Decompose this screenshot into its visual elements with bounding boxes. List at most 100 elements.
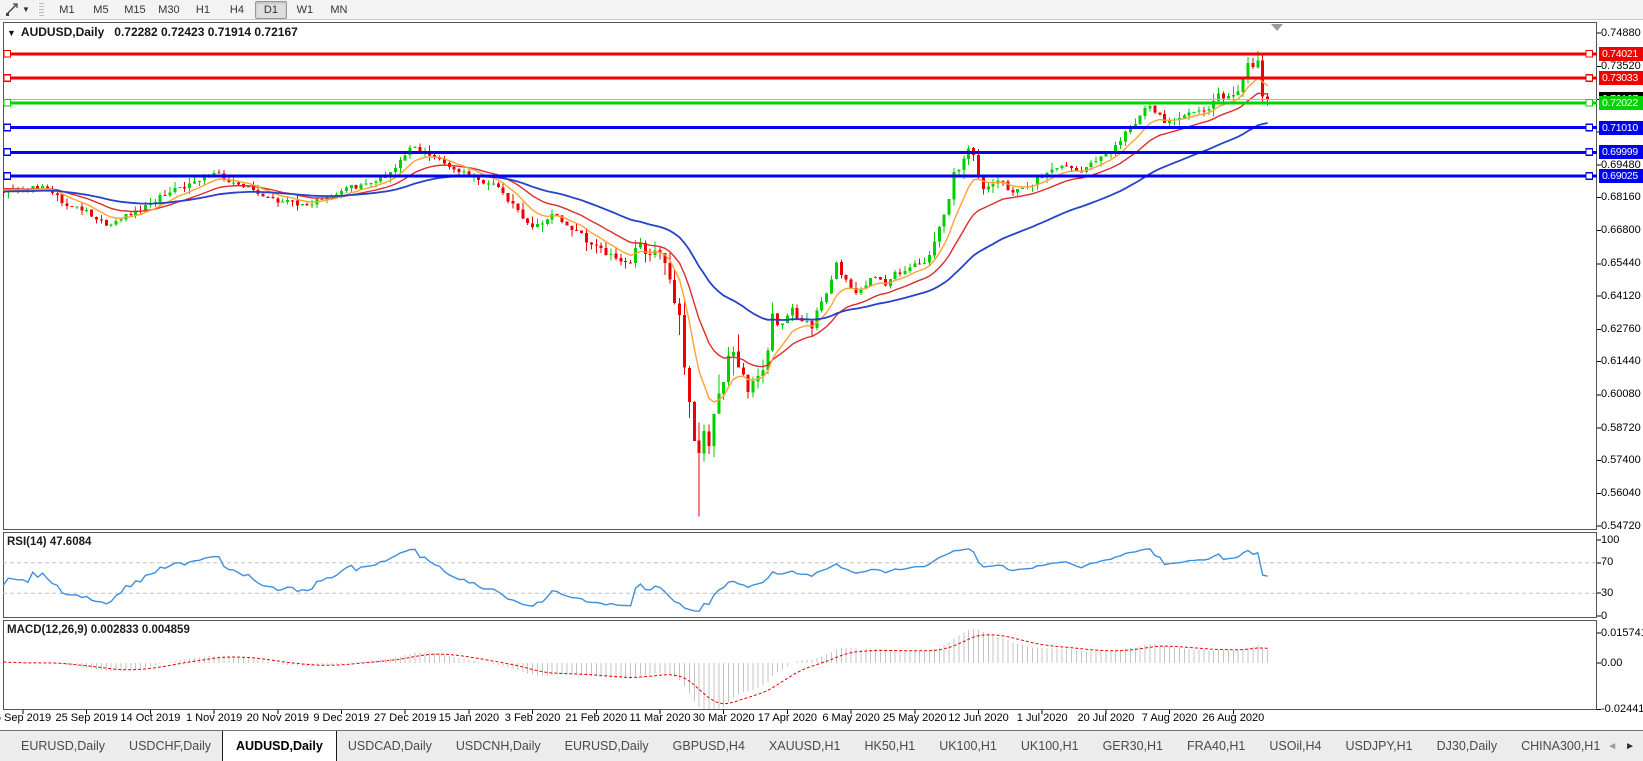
date-axis-label: 12 Jun 2020 bbox=[948, 712, 1009, 724]
tab-ger30-h1[interactable]: GER30,H1 bbox=[1092, 731, 1174, 761]
level-price-badge: 0.72022 bbox=[1599, 95, 1643, 110]
level-line-0.74021[interactable] bbox=[3, 49, 1597, 58]
tab-eurusd-daily[interactable]: EURUSD,Daily bbox=[10, 731, 116, 761]
date-axis-label: 30 Mar 2020 bbox=[692, 712, 755, 724]
level-price-badge: 0.69999 bbox=[1599, 145, 1643, 160]
date-axis-label: 6 Sep 2019 bbox=[0, 712, 52, 724]
tab-scroll-controls: ◄ ► bbox=[1607, 741, 1635, 752]
chart-symbol-period: AUDUSD,Daily bbox=[20, 25, 105, 39]
chart-title: ▼ AUDUSD,Daily 0.72282 0.72423 0.71914 0.7… bbox=[7, 25, 298, 39]
tab-usdjpy-h1[interactable]: USDJPY,H1 bbox=[1334, 731, 1423, 761]
date-axis-label: 9 Dec 2019 bbox=[313, 712, 370, 724]
candles-layer bbox=[3, 51, 1270, 517]
timeframe-button-m15[interactable]: M15 bbox=[119, 1, 151, 19]
line-tool-icon[interactable] bbox=[3, 2, 21, 18]
date-axis-label: 11 Mar 2020 bbox=[629, 712, 691, 724]
price-axis-label: 0.65440 bbox=[1601, 257, 1641, 270]
date-axis-label: 26 Aug 2020 bbox=[1202, 712, 1265, 724]
timeframe-button-h4[interactable]: H4 bbox=[221, 1, 253, 19]
level-price-badge: 0.74021 bbox=[1599, 47, 1643, 61]
timeframe-button-m1[interactable]: M1 bbox=[51, 1, 83, 19]
timeframe-button-w1[interactable]: W1 bbox=[289, 1, 321, 19]
rsi-indicator-label: RSI(14) 47.6084 bbox=[7, 536, 92, 548]
timeframe-button-m5[interactable]: M5 bbox=[85, 1, 117, 19]
level-line-0.71010[interactable] bbox=[3, 123, 1597, 132]
ma-mid-line bbox=[3, 92, 1268, 368]
price-axis-label: 0.62760 bbox=[1601, 322, 1641, 335]
tab-eurusd-daily[interactable]: EURUSD,Daily bbox=[554, 731, 660, 761]
price-axis-label: 0.61440 bbox=[1601, 355, 1641, 368]
rsi-axis-label: 30 bbox=[1601, 586, 1614, 599]
macd-histogram bbox=[3, 628, 1269, 709]
tab-usdcnh-daily[interactable]: USDCNH,Daily bbox=[445, 731, 552, 761]
tab-uk100-h1[interactable]: UK100,H1 bbox=[928, 731, 1008, 761]
tab-dj30-daily[interactable]: DJ30,Daily bbox=[1426, 731, 1508, 761]
level-price-badge: 0.71010 bbox=[1599, 120, 1643, 135]
tab-usdcad-daily[interactable]: USDCAD,Daily bbox=[337, 731, 443, 761]
macd-indicator-label: MACD(12,26,9) 0.002833 0.004859 bbox=[7, 624, 190, 636]
chart-shift-marker-icon[interactable] bbox=[1271, 24, 1283, 31]
chart-collapse-caret-icon[interactable]: ▼ bbox=[7, 28, 16, 38]
price-axis-label: 0.73520 bbox=[1601, 59, 1641, 72]
timeframe-button-d1[interactable]: D1 bbox=[254, 1, 287, 19]
chart-tab-bar: EURUSD,Daily USDCHF,Daily AUDUSD,Daily USDC… bbox=[0, 730, 1643, 761]
level-price-badge: 0.69025 bbox=[1599, 169, 1643, 184]
level-lines bbox=[3, 49, 1597, 180]
price-axis-label: 0.68160 bbox=[1601, 190, 1641, 203]
date-axis-label: 25 May 2020 bbox=[882, 712, 947, 724]
tab-audusd-daily[interactable]: AUDUSD,Daily bbox=[222, 731, 337, 761]
level-line-0.69999[interactable] bbox=[3, 148, 1597, 157]
toolbar-drag-handle[interactable] bbox=[37, 2, 44, 17]
tab-scroll-right-icon[interactable]: ► bbox=[1625, 741, 1635, 752]
level-price-badge: 0.73033 bbox=[1599, 71, 1643, 86]
rsi-line bbox=[3, 548, 1268, 612]
macd-axis-label: 0.00 bbox=[1601, 656, 1623, 669]
tab-usdchf-daily[interactable]: USDCHF,Daily bbox=[118, 731, 222, 761]
tab-usoil-h4[interactable]: USOil,H4 bbox=[1258, 731, 1332, 761]
tab-china300-h1[interactable]: CHINA300,H1 bbox=[1510, 731, 1605, 761]
timeframe-buttons: M1 M5 M15 M30 H1 H4 D1 W1 MN bbox=[50, 0, 356, 19]
tool-dropdown-caret-icon[interactable]: ▼ bbox=[22, 5, 30, 14]
mt4-window: ▼ M1 M5 M15 M30 H1 H4 D1 W1 MN ▼ AUDUSD,Daily 0.72… bbox=[0, 0, 1643, 761]
date-axis-label: 1 Nov 2019 bbox=[185, 712, 243, 724]
price-axis-label: 0.58720 bbox=[1601, 421, 1641, 434]
rsi-axis-label: 70 bbox=[1601, 556, 1614, 569]
chart-tabs: EURUSD,Daily USDCHF,Daily AUDUSD,Daily USDC… bbox=[0, 731, 1605, 761]
price-axis-label: 0.56040 bbox=[1601, 487, 1641, 500]
date-axis-label: 6 May 2020 bbox=[822, 712, 880, 724]
tab-fra40-h1[interactable]: FRA40,H1 bbox=[1176, 731, 1256, 761]
level-line-0.72022[interactable] bbox=[3, 98, 1597, 107]
tab-uk100-h1[interactable]: UK100,H1 bbox=[1010, 731, 1090, 761]
date-axis-label: 17 Apr 2020 bbox=[757, 712, 818, 724]
level-line-0.73033[interactable] bbox=[3, 74, 1597, 82]
price-axis-label: 0.64120 bbox=[1601, 289, 1641, 302]
pane-borders bbox=[3, 22, 1597, 710]
price-axis-label: 0.57400 bbox=[1601, 454, 1641, 466]
date-axis-label: 14 Oct 2019 bbox=[120, 712, 181, 724]
price-axis-label: 0.66800 bbox=[1601, 224, 1641, 237]
rsi-axis-label: 0 bbox=[1601, 609, 1608, 622]
tab-xauusd-h1[interactable]: XAUUSD,H1 bbox=[758, 731, 852, 761]
timeframe-button-h1[interactable]: H1 bbox=[187, 1, 219, 19]
rsi-axis-label: 100 bbox=[1601, 533, 1620, 546]
date-axis-label: 20 Nov 2019 bbox=[246, 712, 309, 724]
macd-axis-label: -0.024412 bbox=[1601, 703, 1643, 715]
price-axis-label: 0.74880 bbox=[1601, 26, 1641, 39]
tab-gbpusd-h4[interactable]: GBPUSD,H4 bbox=[662, 731, 756, 761]
date-axis-label: 20 Jul 2020 bbox=[1077, 712, 1135, 724]
date-axis-label: 7 Aug 2020 bbox=[1141, 712, 1198, 724]
tab-scroll-left-icon[interactable]: ◄ bbox=[1607, 741, 1617, 752]
date-axis-label: 15 Jan 2020 bbox=[438, 712, 500, 724]
timeframe-button-m30[interactable]: M30 bbox=[153, 1, 185, 19]
date-axis-label: 3 Feb 2020 bbox=[504, 712, 561, 724]
timeframe-toolbar: ▼ M1 M5 M15 M30 H1 H4 D1 W1 MN bbox=[0, 0, 1643, 20]
axis-ticks bbox=[22, 32, 1601, 714]
tab-hk50-h1[interactable]: HK50,H1 bbox=[853, 731, 926, 761]
timeframe-button-mn[interactable]: MN bbox=[323, 1, 355, 19]
price-chart-canvas[interactable] bbox=[0, 0, 1643, 761]
date-axis-label: 21 Feb 2020 bbox=[565, 712, 628, 724]
price-axis-label: 0.60080 bbox=[1601, 388, 1641, 401]
date-axis-label: 25 Sep 2019 bbox=[55, 712, 118, 724]
level-line-0.69025[interactable] bbox=[3, 172, 1597, 180]
date-axis-label: 27 Dec 2019 bbox=[373, 712, 437, 724]
